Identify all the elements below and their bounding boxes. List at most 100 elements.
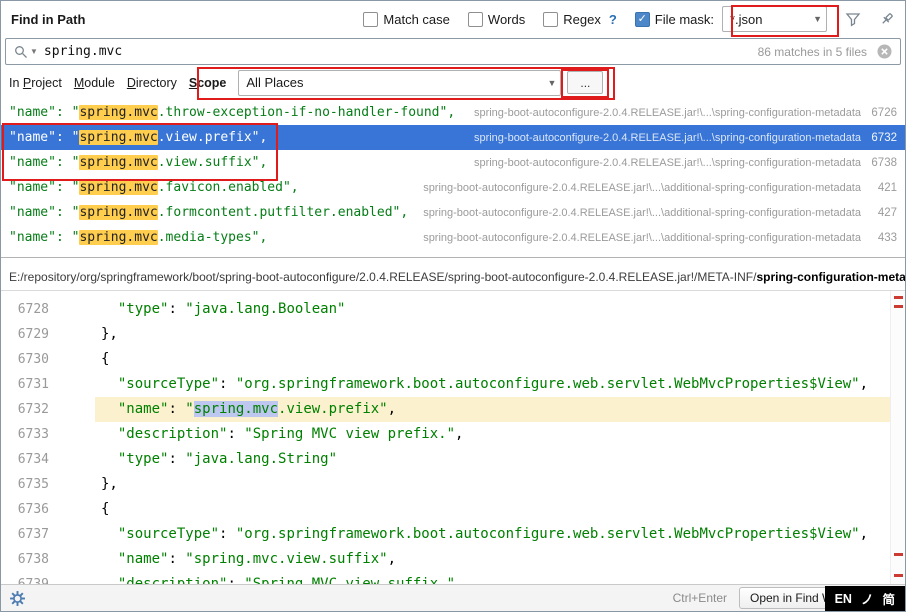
line-number: 6734 [1,447,95,472]
result-text: "name": "spring.mvc.formcontent.putfilte… [9,205,408,220]
scope-tabs: In Project Module Directory Scope [9,76,226,90]
result-path: spring-boot-autoconfigure-2.0.4.RELEASE.… [423,207,861,219]
filter-icon[interactable] [845,11,861,27]
line-number: 6733 [1,422,95,447]
editor-line-content: "type": "java.lang.String" [95,447,905,472]
dialog-title: Find in Path [11,12,85,27]
editor-line-content: }, [95,472,905,497]
result-row[interactable]: "name": "spring.mvc.view.suffix", spring-… [1,150,905,175]
editor-line: 6731 "sourceType": "org.springframework.… [1,372,905,397]
line-number: 6736 [1,497,95,522]
line-number: 6738 [1,547,95,572]
splitter-handle[interactable] [1,253,905,263]
line-number: 6735 [1,472,95,497]
editor-preview: 6728 "type": "java.lang.Boolean"6729},67… [1,291,905,584]
editor-line-content: "sourceType": "org.springframework.boot.… [95,522,905,547]
results-list: "name": "spring.mvc.throw-exception-if-n… [1,98,905,253]
result-text: "name": "spring.mvc.throw-exception-if-n… [9,105,455,120]
option-match-case[interactable]: Match case [363,12,449,27]
search-band: ▼ spring.mvc 86 matches in 5 files [1,37,905,67]
error-stripe[interactable] [890,291,905,584]
result-line-number: 421 [861,182,897,194]
result-text: "name": "spring.mvc.favicon.enabled", [9,180,299,195]
clear-search-icon[interactable] [877,44,892,59]
result-text: "name": "spring.mvc.view.prefix", [9,130,267,145]
result-row[interactable]: "name": "spring.mvc.favicon.enabled",spr… [1,175,905,200]
search-icon[interactable] [14,45,28,59]
file-mask-label: File mask: [655,12,714,27]
result-line-number: 6738 [861,157,897,169]
search-query-text: spring.mvc [44,44,122,59]
editor-line: 6735}, [1,472,905,497]
match-highlight: spring.mvc [79,105,157,120]
search-options: Match case Words Regex? ✓ File mask: [345,12,714,27]
result-row[interactable]: "name": "spring.mvc.formcontent.putfilte… [1,200,905,225]
editor-line: 6733 "description": "Spring MVC view pre… [1,422,905,447]
stripe-mark [894,574,903,577]
match-highlight: spring.mvc [79,230,157,245]
file-mask-value: *.json [730,12,763,27]
stripe-mark [894,305,903,308]
scope-tab-scope[interactable]: Scope [189,76,227,90]
option-words[interactable]: Words [468,12,525,27]
shortcut-hint: Ctrl+Enter [673,591,727,605]
editor-line: 6736{ [1,497,905,522]
scope-tab-module[interactable]: Module [74,76,115,90]
editor-line: 6734 "type": "java.lang.String" [1,447,905,472]
search-history-chevron-icon[interactable]: ▼ [30,47,38,56]
editor-line: 6738 "name": "spring.mvc.view.suffix", [1,547,905,572]
match-highlight: spring.mvc [79,130,157,145]
result-line-number: 6726 [861,107,897,119]
editor-line: 6728 "type": "java.lang.Boolean" [1,297,905,322]
ime-toggle-icon: ノ [861,589,874,608]
result-line-number: 433 [861,232,897,244]
ime-en-label: EN [835,592,852,606]
stripe-mark [894,553,903,556]
result-row[interactable]: "name": "spring.mvc.view.prefix",spring-… [1,125,905,150]
editor-line-content: "description": "Spring MVC view suffix."… [95,572,905,584]
scope-tab-directory[interactable]: Directory [127,76,177,90]
browse-scopes-button[interactable]: ... [567,71,603,94]
file-mask-combo[interactable]: *.json ▼ [722,6,827,32]
editor-line-content: "description": "Spring MVC view prefix."… [95,422,905,447]
result-path: spring-boot-autoconfigure-2.0.4.RELEASE.… [474,157,861,169]
result-row[interactable]: "name": "spring.mvc.throw-exception-if-n… [1,100,905,125]
editor-lines: 6728 "type": "java.lang.Boolean"6729},67… [1,291,905,584]
editor-line: 6732 "name": "spring.mvc.view.prefix", [1,397,905,422]
file-path-filename: spring-configuration-metadata [756,270,905,284]
chevron-down-icon: ▼ [547,78,556,88]
line-number: 6730 [1,347,95,372]
words-checkbox[interactable] [468,12,483,27]
words-label: Words [488,12,525,27]
result-text: "name": "spring.mvc.media-types", [9,230,267,245]
option-file-mask[interactable]: ✓ File mask: [635,12,714,27]
editor-line: 6737 "sourceType": "org.springframework.… [1,522,905,547]
file-path: E:/repository/org/springframework/boot/s… [9,270,756,284]
scope-tab-in-project[interactable]: In Project [9,76,62,90]
stripe-mark [894,296,903,299]
search-input[interactable]: ▼ spring.mvc 86 matches in 5 files [5,38,901,65]
regex-label: Regex [563,12,601,27]
editor-line: 6730{ [1,347,905,372]
editor-line-content: }, [95,322,905,347]
line-number: 6739 [1,572,95,584]
settings-gear-icon[interactable] [9,590,26,607]
match-case-checkbox[interactable] [363,12,378,27]
result-path: spring-boot-autoconfigure-2.0.4.RELEASE.… [474,107,861,119]
result-row[interactable]: "name": "spring.mvc.media-types", spring-… [1,225,905,250]
scope-combo[interactable]: All Places ▼ [238,70,561,96]
regex-help-link[interactable]: ? [609,12,617,27]
editor-line-content: { [95,497,905,522]
result-text: "name": "spring.mvc.view.suffix", [9,155,267,170]
result-path: spring-boot-autoconfigure-2.0.4.RELEASE.… [423,232,861,244]
match-case-label: Match case [383,12,449,27]
ime-language-indicator[interactable]: EN ノ 简 [825,586,905,611]
option-regex[interactable]: Regex? [543,12,617,27]
pin-icon[interactable] [879,11,895,27]
regex-checkbox[interactable] [543,12,558,27]
file-mask-checkbox[interactable]: ✓ [635,12,650,27]
line-number: 6737 [1,522,95,547]
match-highlight: spring.mvc [79,155,157,170]
editor-line: 6739 "description": "Spring MVC view suf… [1,572,905,584]
scope-value: All Places [246,75,303,90]
